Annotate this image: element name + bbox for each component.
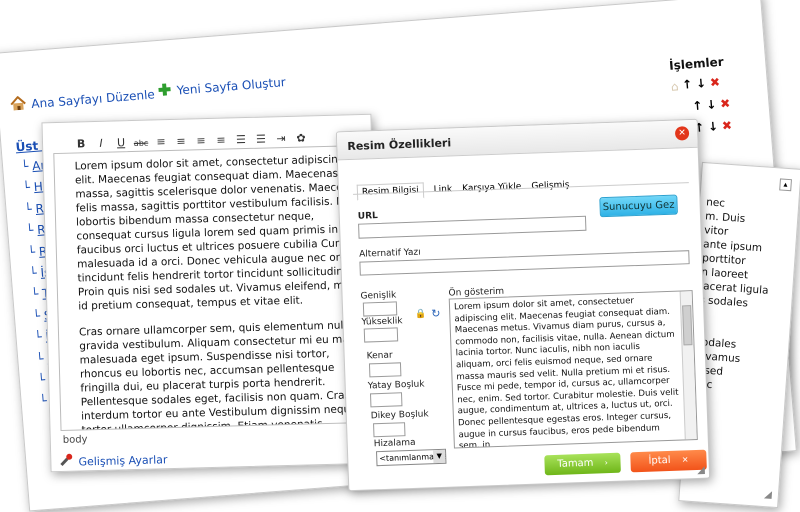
align-center-icon[interactable]: ≡ [173,134,189,150]
dialog-tabs: Resim Bilgisi Link Karşıya Yükle Gelişmiş [356,172,580,201]
width-label: Genişlik [360,290,397,302]
move-up-icon[interactable]: ↑ [692,98,703,113]
bullet-list-icon[interactable]: ☰ [233,132,249,148]
align-label: Hizalama [373,437,416,450]
delete-icon[interactable]: ✖ [721,118,732,133]
operations-header: İşlemler [668,54,725,73]
reset-size-icon[interactable]: ↻ [431,307,441,320]
align-right-icon[interactable]: ≡ [193,133,209,149]
move-down-icon[interactable]: ↓ [708,119,719,134]
hspace-label: Yatay Boşluk [367,379,425,392]
scrollbar-thumb[interactable] [682,305,693,346]
dialog-title: Resim Özellikleri [347,136,452,154]
collapse-icon[interactable]: ▴ [779,178,792,192]
row-actions-1: ⌂ ↑ ↓ ✖ [670,75,720,93]
hspace-input[interactable] [369,392,403,408]
image-properties-dialog: Resim Özellikleri ✕ Resim Bilgisi Link Kar… [335,118,711,492]
align-left-icon[interactable]: ≡ [153,134,169,150]
border-label: Kenar [366,350,393,362]
delete-icon[interactable]: ✖ [720,96,731,111]
height-label: Yükseklik [361,316,403,328]
numbered-list-icon[interactable]: ☰ [253,131,269,147]
align-select[interactable]: <tanımlanmamış> ▼ [376,448,447,467]
edit-home-label[interactable]: Ana Sayfayı Düzenle [31,87,155,111]
alt-text-label: Alternatif Yazı [358,247,421,260]
new-page-label[interactable]: Yeni Sayfa Oluştur [176,75,286,98]
width-input[interactable] [362,301,398,317]
dropdown-arrow-icon[interactable]: ▼ [433,449,446,464]
house-icon [10,95,27,115]
ok-button[interactable]: Tamam › [544,452,621,476]
vspace-label: Dikey Boşluk [370,409,429,422]
editor-paragraph-2: Cras ornare ullamcorper sem, quis elemen… [78,319,370,431]
advanced-settings-label[interactable]: Gelişmiş Ayarlar [78,453,167,468]
wrench-icon [59,452,73,471]
height-input[interactable] [363,327,399,343]
move-down-icon[interactable]: ↓ [696,76,707,91]
advanced-settings-link[interactable]: Gelişmiş Ayarlar [59,448,168,471]
border-input[interactable] [368,362,402,378]
preview-box: Lorem ipsum dolor sit amet, consectetuer… [448,290,698,449]
underline-icon[interactable]: U [113,135,129,151]
vspace-input[interactable] [373,422,406,438]
ok-button-label: Tamam [557,457,594,470]
strikethrough-icon[interactable]: abc [133,136,149,152]
new-page-link[interactable]: Yeni Sayfa Oluştur [157,71,286,101]
move-down-icon[interactable]: ↓ [706,97,717,112]
indent-icon[interactable]: ⇥ [273,131,289,147]
preview-text: Lorem ipsum dolor sit amet, consectetuer… [453,296,679,449]
editor-content-area[interactable]: Lorem ipsum dolor sit amet, consectetur … [53,144,379,431]
row-actions-3: ↑ ↓ ✖ [694,118,733,135]
image-icon[interactable]: ✿ [293,130,309,146]
plus-icon [157,81,172,101]
resize-grip-icon[interactable]: ◢ [697,465,705,476]
cancel-button-label: İptal [648,454,671,467]
close-small-icon: ✕ [681,455,689,465]
rich-text-editor: B I Uabc ≡ ≡ ≡ ≡ ☰ ☰ ⇥ ✿ Lorem ipsum dolor sit ame… [41,113,381,473]
close-icon[interactable]: ✕ [674,126,690,141]
url-label: URL [357,211,378,222]
editor-paragraph-1: Lorem ipsum dolor sit amet, consectetur … [74,153,368,313]
delete-icon[interactable]: ✖ [709,75,720,90]
lock-ratio-icon[interactable]: 🔒 [415,309,427,319]
move-up-icon[interactable]: ↑ [682,77,693,92]
cancel-button[interactable]: İptal ✕ [630,449,707,473]
chevron-right-icon: › [604,458,609,468]
row-actions-2: ↑ ↓ ✖ [692,96,731,113]
url-input[interactable] [358,215,587,239]
browse-server-button[interactable]: Sunucuyu Gez [599,194,678,218]
align-justify-icon[interactable]: ≡ [213,132,229,148]
italic-icon[interactable]: I [93,136,109,152]
element-path: body [62,434,88,446]
edit-home-link[interactable]: Ana Sayfayı Düzenle [9,83,155,114]
resize-grip-icon[interactable]: ◢ [764,489,772,501]
house-faded-icon[interactable]: ⌂ [670,79,679,94]
bold-icon[interactable]: B [73,136,89,152]
